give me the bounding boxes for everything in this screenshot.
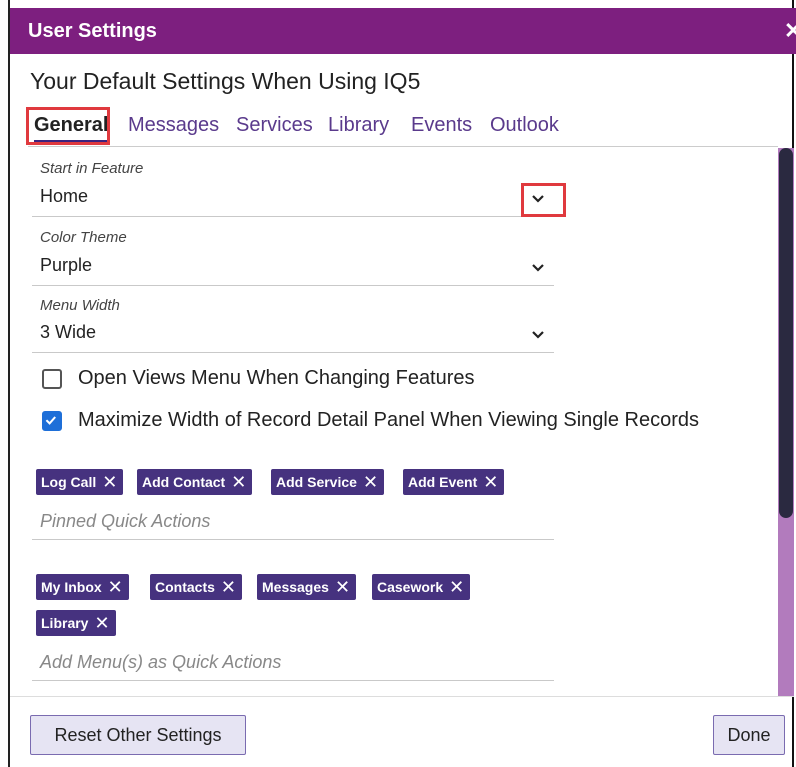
- menu-width-label: Menu Width: [40, 297, 120, 314]
- start-in-feature-label: Start in Feature: [40, 160, 144, 177]
- tab-events[interactable]: Events: [411, 114, 472, 137]
- tab-library[interactable]: Library: [328, 114, 389, 137]
- dialog-subtitle: Your Default Settings When Using IQ5: [30, 68, 421, 94]
- pinned-quick-actions-field: [32, 463, 554, 540]
- start-in-feature-value: Home: [40, 186, 89, 206]
- tab-general[interactable]: General: [34, 114, 109, 142]
- dialog-title: User Settings: [28, 20, 157, 42]
- dialog-title-bar: User Settings ✕: [10, 8, 796, 54]
- tab-services[interactable]: Services: [236, 114, 313, 137]
- color-theme-select[interactable]: Purple: [32, 249, 554, 286]
- tab-outlook[interactable]: Outlook: [490, 114, 559, 137]
- menu-quick-actions-field: [32, 568, 554, 681]
- scrollbar-thumb[interactable]: [779, 148, 793, 518]
- tabs-divider: [28, 146, 778, 147]
- open-views-menu-label: Open Views Menu When Changing Features: [78, 367, 475, 389]
- menu-width-select[interactable]: 3 Wide: [32, 316, 554, 353]
- done-button[interactable]: Done: [713, 715, 785, 755]
- maximize-width-checkbox[interactable]: [42, 411, 62, 431]
- footer-divider: [10, 696, 794, 697]
- chevron-down-icon[interactable]: [528, 188, 548, 208]
- open-views-menu-checkbox[interactable]: [42, 369, 62, 389]
- maximize-width-label: Maximize Width of Record Detail Panel Wh…: [78, 409, 700, 431]
- tab-messages[interactable]: Messages: [128, 114, 219, 137]
- start-in-feature-select[interactable]: Home: [32, 180, 554, 217]
- color-theme-value: Purple: [40, 255, 93, 275]
- menu-width-value: 3 Wide: [40, 322, 97, 342]
- close-icon[interactable]: ✕: [784, 18, 796, 44]
- window-left-border: [8, 0, 10, 767]
- chevron-down-icon[interactable]: [528, 257, 548, 277]
- chevron-down-icon[interactable]: [528, 324, 548, 344]
- reset-other-settings-button[interactable]: Reset Other Settings: [30, 715, 246, 755]
- color-theme-label: Color Theme: [40, 229, 127, 246]
- checkmark-icon: [45, 416, 56, 425]
